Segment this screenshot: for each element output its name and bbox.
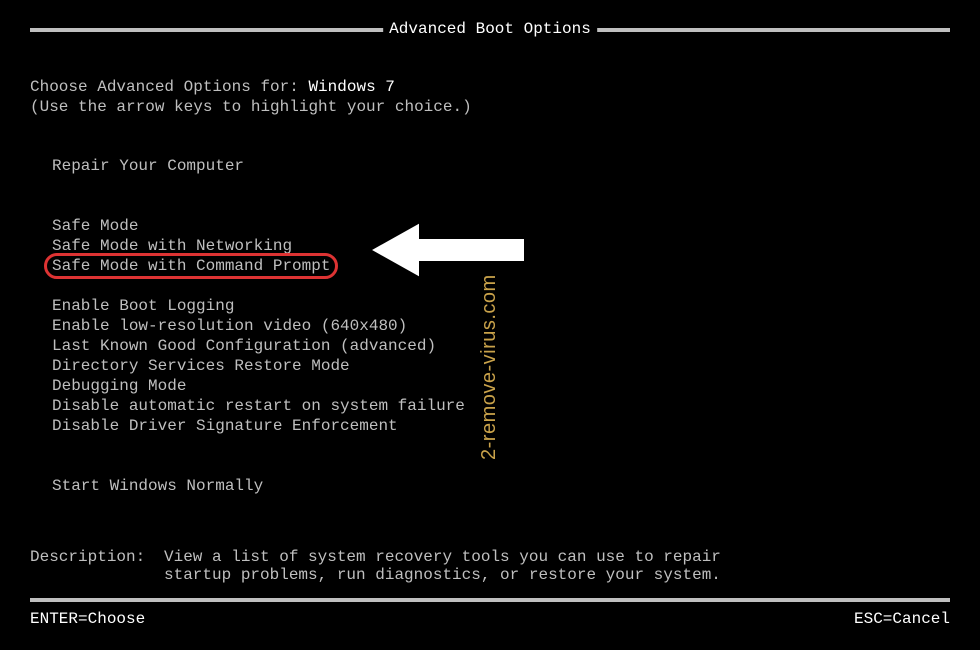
menu-item-safe-mode-cmd-highlighted[interactable]: Safe Mode with Command Prompt — [52, 256, 330, 276]
arrow-keys-hint: (Use the arrow keys to highlight your ch… — [30, 98, 950, 116]
menu-item-low-res-video[interactable]: Enable low-resolution video (640x480) — [52, 316, 407, 336]
title-bar: Advanced Boot Options — [30, 28, 950, 32]
footer-divider — [30, 598, 950, 602]
menu-item-safe-mode-cmd[interactable]: Safe Mode with Command Prompt — [52, 256, 330, 276]
footer: ENTER=Choose ESC=Cancel — [30, 598, 950, 628]
menu-item-repair[interactable]: Repair Your Computer — [52, 156, 244, 176]
menu-item-safe-mode-networking[interactable]: Safe Mode with Networking — [52, 236, 292, 256]
menu-item-start-normally[interactable]: Start Windows Normally — [52, 476, 263, 496]
footer-enter-hint: ENTER=Choose — [30, 610, 145, 628]
choose-label: Choose Advanced Options for: — [30, 78, 308, 96]
boot-options-screen: Advanced Boot Options Choose Advanced Op… — [0, 0, 980, 650]
description-text: View a list of system recovery tools you… — [164, 548, 950, 584]
description-label: Description: — [30, 548, 164, 584]
description-block: Description: View a list of system recov… — [30, 548, 950, 584]
menu-item-last-known-good[interactable]: Last Known Good Configuration (advanced) — [52, 336, 436, 356]
menu-item-dsrm[interactable]: Directory Services Restore Mode — [52, 356, 350, 376]
menu-item-safe-mode[interactable]: Safe Mode — [52, 216, 138, 236]
choose-os-value: Windows 7 — [308, 78, 394, 96]
footer-esc-hint: ESC=Cancel — [854, 610, 950, 628]
menu-item-boot-logging[interactable]: Enable Boot Logging — [52, 296, 234, 316]
boot-menu[interactable]: Repair Your Computer Safe Mode Safe Mode… — [52, 156, 950, 496]
menu-item-disable-driver-sig[interactable]: Disable Driver Signature Enforcement — [52, 416, 398, 436]
choose-os-line: Choose Advanced Options for: Windows 7 — [30, 78, 950, 96]
menu-item-debugging[interactable]: Debugging Mode — [52, 376, 186, 396]
menu-item-disable-auto-restart[interactable]: Disable automatic restart on system fail… — [52, 396, 465, 416]
body: Choose Advanced Options for: Windows 7 (… — [30, 78, 950, 584]
page-title: Advanced Boot Options — [383, 20, 597, 38]
